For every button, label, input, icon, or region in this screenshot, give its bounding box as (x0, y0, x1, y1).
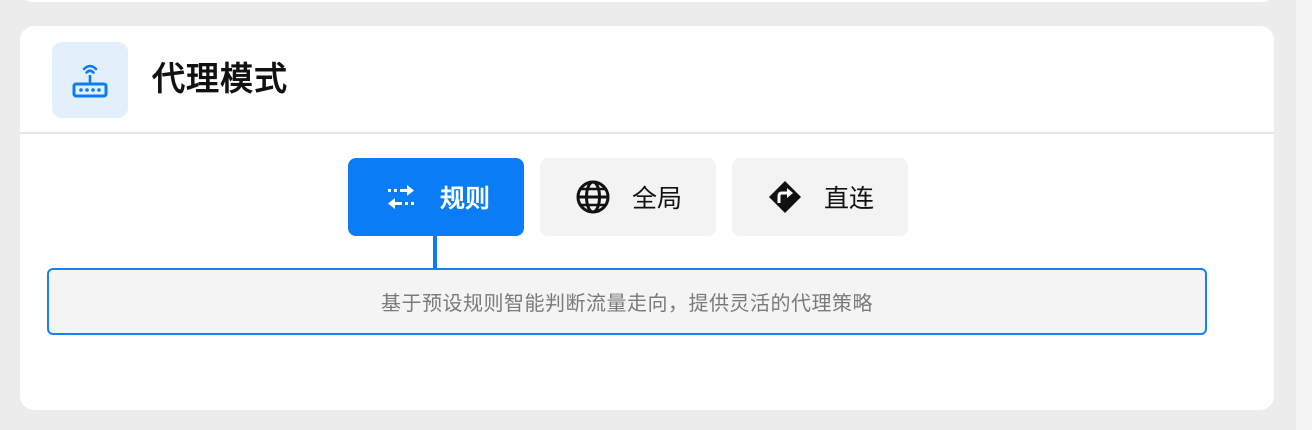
mode-label-direct: 直连 (823, 184, 874, 213)
mode-button-rule[interactable]: 规则 (348, 158, 524, 236)
section-title: 代理模式 (152, 59, 288, 98)
router-icon (52, 42, 128, 118)
direction-sign-icon (766, 178, 804, 216)
scrollbar-track[interactable] (1296, 0, 1312, 430)
mode-description-text: 基于预设规则智能判断流量走向，提供灵活的代理策略 (381, 291, 873, 315)
swap-arrows-icon (382, 178, 420, 216)
card-header: 代理模式 (20, 26, 1274, 134)
mode-selector: 规则 全局 直连 (348, 158, 908, 236)
globe-icon (574, 178, 612, 216)
mode-label-global: 全局 (631, 184, 682, 213)
mode-description: 基于预设规则智能判断流量走向，提供灵活的代理策略 (47, 268, 1207, 335)
mode-button-global[interactable]: 全局 (540, 158, 716, 236)
mode-button-direct[interactable]: 直连 (732, 158, 908, 236)
previous-card (20, 0, 1274, 2)
mode-label-rule: 规则 (439, 184, 490, 213)
page: 代理模式 规则 全局 直连 基于预设规则智能判断流量走向，提供灵活的代理策略 (0, 0, 1312, 430)
active-mode-connector (433, 236, 437, 270)
